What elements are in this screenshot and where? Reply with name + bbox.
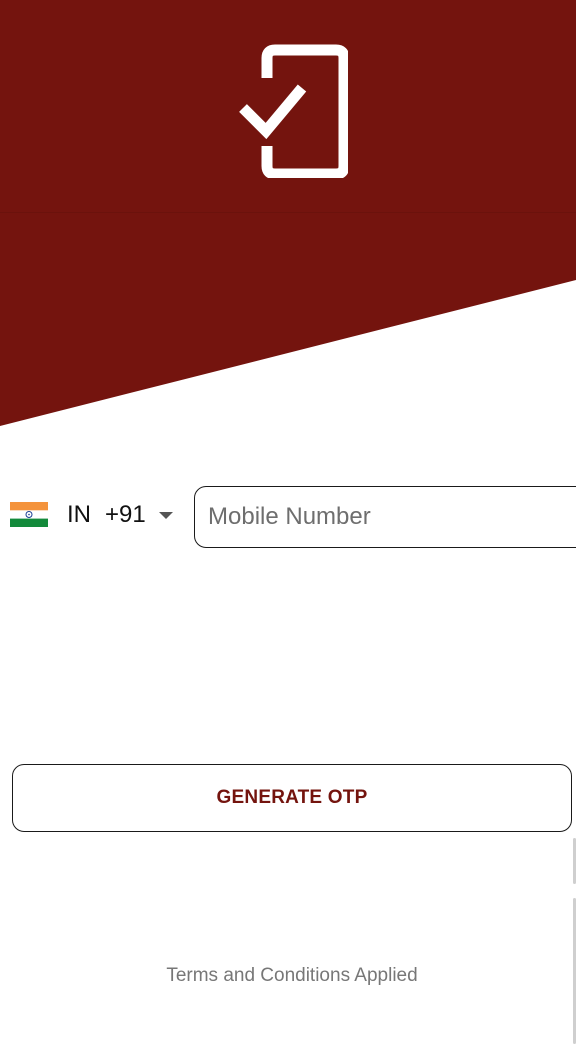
mobile-number-input[interactable] — [194, 486, 576, 548]
phone-check-icon — [239, 44, 348, 178]
header-banner — [0, 0, 576, 213]
terms-text: Terms and Conditions Applied — [166, 965, 418, 986]
header-wedge — [0, 213, 576, 426]
country-code-picker[interactable]: IN +91 — [10, 494, 182, 536]
dropdown-arrow-icon[interactable] — [159, 512, 173, 519]
dial-code-label: +91 — [105, 501, 146, 528]
generate-otp-button[interactable]: GENERATE OTP — [12, 764, 572, 832]
country-code-label: IN — [67, 501, 91, 528]
india-flag-icon — [10, 502, 48, 527]
